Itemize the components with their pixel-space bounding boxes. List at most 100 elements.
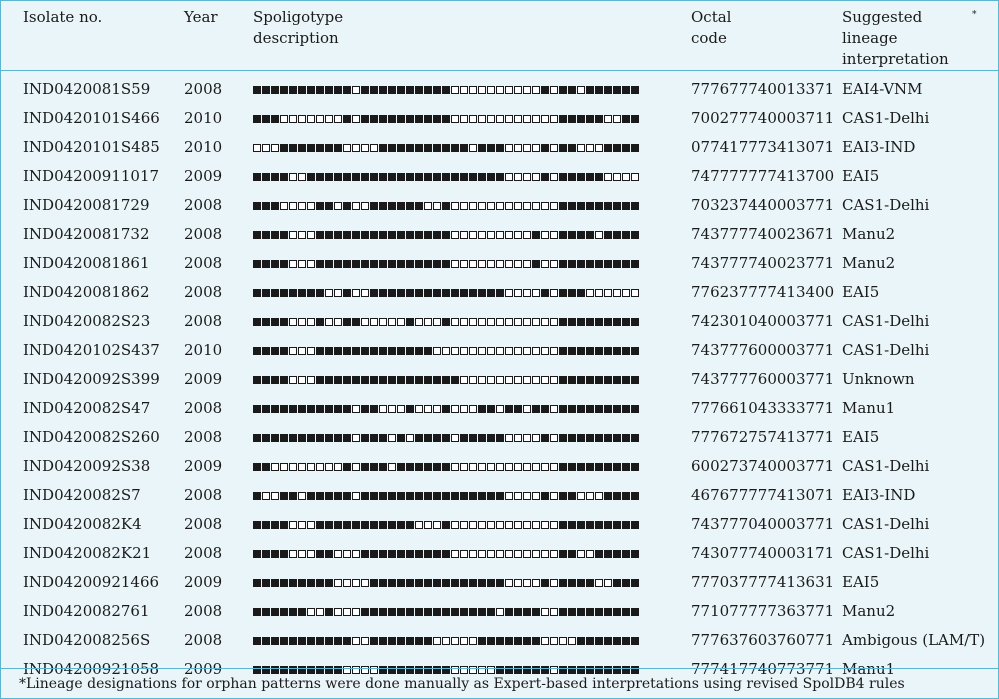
spacer-present	[352, 172, 360, 181]
spacer-present	[595, 433, 603, 442]
spacer-present	[298, 85, 306, 94]
spacer-present	[496, 288, 504, 297]
cell-isolate: IND0420082K4	[23, 515, 142, 533]
spacer-present	[622, 346, 630, 355]
spacer-present	[271, 85, 279, 94]
spacer-present	[442, 491, 450, 500]
spacer-present	[325, 375, 333, 384]
cell-lineage: CAS1-Delhi	[842, 515, 930, 533]
cell-year: 2008	[184, 399, 223, 417]
spacer-present	[379, 462, 387, 471]
spacer-absent	[577, 491, 585, 500]
spacer-present	[370, 433, 378, 442]
spacer-absent	[550, 259, 558, 268]
spacer-present	[379, 520, 387, 529]
table-row: IND0420082S47 2008 777661043333771 Manu1	[1, 394, 998, 423]
spacer-present	[586, 433, 594, 442]
spacer-present	[406, 259, 414, 268]
cell-year: 2008	[184, 80, 223, 98]
spacer-absent	[388, 317, 396, 326]
spacer-absent	[352, 433, 360, 442]
spacer-present	[559, 404, 567, 413]
spacer-absent	[325, 288, 333, 297]
footnote: *Lineage designations for orphan pattern…	[1, 668, 998, 698]
spacer-absent	[622, 288, 630, 297]
spacer-absent	[451, 259, 459, 268]
table-row: IND0420102S437 2010 743777600003771 CAS1-De…	[1, 336, 998, 365]
spacer-present	[406, 230, 414, 239]
spacer-present	[622, 375, 630, 384]
spacer-present	[631, 143, 639, 152]
spacer-present	[379, 578, 387, 587]
spacer-present	[406, 85, 414, 94]
spacer-present	[361, 172, 369, 181]
spacer-present	[397, 491, 405, 500]
spacer-absent	[478, 201, 486, 210]
spacer-present	[478, 607, 486, 616]
spacer-absent	[289, 259, 297, 268]
spacer-present	[577, 259, 585, 268]
spacer-absent	[577, 549, 585, 558]
cell-spoligotype	[253, 423, 691, 452]
spacer-absent	[532, 549, 540, 558]
spacer-absent	[289, 462, 297, 471]
spacer-present	[469, 433, 477, 442]
spacer-present	[280, 607, 288, 616]
spacer-present	[397, 549, 405, 558]
cell-octal: 771077777363771	[691, 602, 835, 620]
spacer-present	[568, 230, 576, 239]
spacer-present	[595, 375, 603, 384]
spacer-present	[559, 520, 567, 529]
spacer-present	[289, 433, 297, 442]
cell-lineage: CAS1-Delhi	[842, 312, 930, 330]
spacer-present	[397, 201, 405, 210]
spacer-present	[280, 491, 288, 500]
spacer-present	[262, 172, 270, 181]
spacer-present	[586, 578, 594, 587]
spacer-absent	[532, 491, 540, 500]
cell-year: 2010	[184, 109, 223, 127]
cell-lineage: Manu1	[842, 399, 896, 417]
spacer-present	[370, 259, 378, 268]
spacer-present	[397, 172, 405, 181]
spacer-present	[631, 462, 639, 471]
spacer-present	[451, 491, 459, 500]
spacer-present	[415, 375, 423, 384]
spacer-present	[568, 607, 576, 616]
cell-lineage: CAS1-Delhi	[842, 341, 930, 359]
spacer-absent	[550, 462, 558, 471]
spacer-present	[496, 433, 504, 442]
spacer-present	[523, 607, 531, 616]
cell-lineage: EAI5	[842, 573, 880, 591]
spacer-present	[622, 259, 630, 268]
spacer-present	[442, 85, 450, 94]
spacer-absent	[541, 346, 549, 355]
spacer-present	[577, 375, 585, 384]
spacer-present	[271, 259, 279, 268]
spacer-present	[532, 230, 540, 239]
spacer-present	[613, 375, 621, 384]
spacer-present	[631, 346, 639, 355]
table-row: IND0420081S59 2008 777677740013371 EAI4-VNM	[1, 71, 998, 105]
spacer-absent	[388, 404, 396, 413]
spacer-present	[280, 520, 288, 529]
spacer-present	[487, 288, 495, 297]
spacer-absent	[334, 201, 342, 210]
spacer-absent	[298, 346, 306, 355]
spacer-present	[541, 85, 549, 94]
table-row: IND0420082S23 2008 742301040003771 CAS1-Del…	[1, 307, 998, 336]
spacer-present	[316, 85, 324, 94]
spacer-present	[370, 114, 378, 123]
cell-isolate: IND0420081861	[23, 254, 150, 272]
spacer-present	[352, 317, 360, 326]
spacer-present	[415, 143, 423, 152]
spacer-present	[442, 114, 450, 123]
spacer-present	[325, 172, 333, 181]
spacer-present	[415, 346, 423, 355]
spacer-absent	[604, 172, 612, 181]
spacer-absent	[361, 288, 369, 297]
spacer-absent	[379, 317, 387, 326]
spacer-absent	[487, 201, 495, 210]
spacer-absent	[505, 578, 513, 587]
spacer-present	[595, 462, 603, 471]
